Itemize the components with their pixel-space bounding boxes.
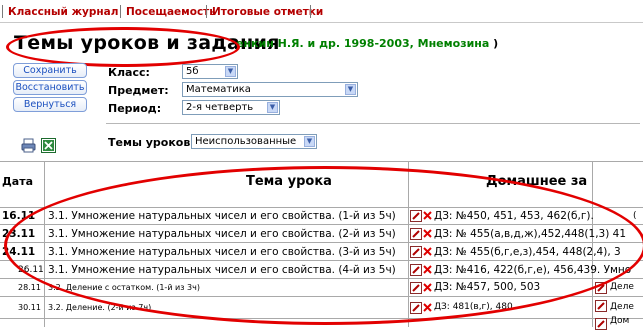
edit-icon[interactable] xyxy=(410,228,422,240)
edit-icon[interactable] xyxy=(410,246,422,258)
table-row: Дом xyxy=(0,316,643,330)
row-homework: ДЗ: № 455(а,в,д,ж),452,448(1,3) 41 xyxy=(434,228,627,240)
row-topic: 3.2. Деление. (2-й из 7ч) xyxy=(48,303,152,312)
row-topic: 3.1. Умножение натуральных чисел и его с… xyxy=(48,246,396,258)
row-date: 30.11 xyxy=(18,303,41,312)
row-homework: ДЗ: №450, 451, 453, 462(б,г). xyxy=(434,210,594,222)
table-row: 23.11 3.1. Умножение натуральных чисел и… xyxy=(0,225,643,243)
row-date: 16.11 xyxy=(2,210,36,222)
edit-icon[interactable] xyxy=(410,302,422,314)
col-header-date: Дата xyxy=(2,175,34,188)
table-row: 26.11 3.1. Умножение натуральных чисел и… xyxy=(0,261,643,279)
edit-icon[interactable] xyxy=(595,282,607,294)
row-homework: ДЗ: №416, 422(б,г,е), 456,439. Умно xyxy=(434,264,632,276)
delete-icon[interactable] xyxy=(423,229,432,238)
table-row: 28.11 3.2. Деление с остатком. (1-й из 3… xyxy=(0,279,643,296)
table-row: 16.11 3.1. Умножение натуральных чисел и… xyxy=(0,207,643,225)
excel-icon-svg xyxy=(41,138,56,153)
textbook-close-paren: ) xyxy=(493,37,499,50)
restore-button[interactable]: Восстановить xyxy=(13,80,87,95)
row-date: 23.11 xyxy=(2,228,36,240)
edit-icon[interactable] xyxy=(410,282,422,294)
tab-separator xyxy=(206,5,207,18)
chevron-down-icon: ▼ xyxy=(225,66,236,77)
row-topic: 3.2. Деление с остатком. (1-й из 3ч) xyxy=(48,283,200,292)
edit-icon[interactable] xyxy=(410,264,422,276)
excel-export-icon[interactable] xyxy=(41,138,56,153)
print-icon-svg xyxy=(21,138,36,153)
row-date: 24.11 xyxy=(2,246,36,258)
back-button[interactable]: Вернуться xyxy=(13,97,87,112)
row-homework: ДЗ: 481(в,г), 480. xyxy=(434,302,516,312)
delete-icon[interactable] xyxy=(423,247,432,256)
row-date: 26.11 xyxy=(18,265,44,275)
top-tab-bar: Классный журнал Посещаемость Итоговые от… xyxy=(0,0,643,23)
period-select[interactable]: 2-я четверть ▼ xyxy=(182,100,280,115)
row-extra: Дом xyxy=(610,316,630,326)
row-topic: 3.1. Умножение натуральных чисел и его с… xyxy=(48,228,396,240)
delete-icon[interactable] xyxy=(423,211,432,220)
print-icon[interactable] xyxy=(21,138,36,153)
subject-label: Предмет: xyxy=(108,84,169,97)
tab-separator xyxy=(2,5,3,18)
row-extra: ( xyxy=(633,211,637,221)
subject-select-value: Математика xyxy=(186,84,251,95)
topics-filter-label: Темы уроков: xyxy=(108,136,195,149)
tab-separator xyxy=(310,5,311,18)
class-select-value: 5б xyxy=(186,66,199,77)
row-topic: 3.1. Умножение натуральных чисел и его с… xyxy=(48,210,396,222)
textbook-authors: енкин Н.Я. и др. 1998-2003, Мнемозина xyxy=(236,37,490,50)
chevron-down-icon: ▼ xyxy=(267,102,278,113)
topics-filter-value: Неиспользованные xyxy=(195,136,297,147)
delete-icon[interactable] xyxy=(423,265,432,274)
col-header-topic: Тема урока xyxy=(246,174,332,189)
period-label: Период: xyxy=(108,102,162,115)
chevron-down-icon: ▼ xyxy=(345,84,356,95)
tab-separator xyxy=(120,5,121,18)
delete-icon[interactable] xyxy=(423,303,432,312)
delete-icon[interactable] xyxy=(423,283,432,292)
row-homework: ДЗ: №457, 500, 503 xyxy=(434,281,541,293)
edit-icon[interactable] xyxy=(595,318,607,330)
row-topic: 3.1. Умножение натуральных чисел и его с… xyxy=(48,264,396,276)
row-date: 28.11 xyxy=(18,283,41,292)
topics-filter-select[interactable]: Неиспользованные ▼ xyxy=(191,134,317,149)
textbook-info: енкин Н.Я. и др. 1998-2003, Мнемозина ) xyxy=(236,37,498,50)
save-button[interactable]: Сохранить xyxy=(13,63,87,78)
edit-icon[interactable] xyxy=(410,210,422,222)
class-label: Класс: xyxy=(108,66,150,79)
class-select[interactable]: 5б ▼ xyxy=(182,64,238,79)
chevron-down-icon: ▼ xyxy=(304,136,315,147)
row-extra: Деле xyxy=(610,282,634,292)
col-header-homework: Домашнее за xyxy=(486,174,588,189)
form-divider xyxy=(106,123,640,124)
period-select-value: 2-я четверть xyxy=(186,102,254,113)
table-top-border xyxy=(0,161,643,162)
tab-class-journal[interactable]: Классный журнал xyxy=(4,4,122,20)
subject-select[interactable]: Математика ▼ xyxy=(182,82,358,97)
row-homework: ДЗ: № 455(б,г,е,з),454, 448(2,4), 3 xyxy=(434,246,621,258)
edit-icon[interactable] xyxy=(595,300,607,312)
table-row: 24.11 3.1. Умножение натуральных чисел и… xyxy=(0,243,643,261)
table-row: 30.11 3.2. Деление. (2-й из 7ч) ДЗ: 481(… xyxy=(0,297,643,318)
